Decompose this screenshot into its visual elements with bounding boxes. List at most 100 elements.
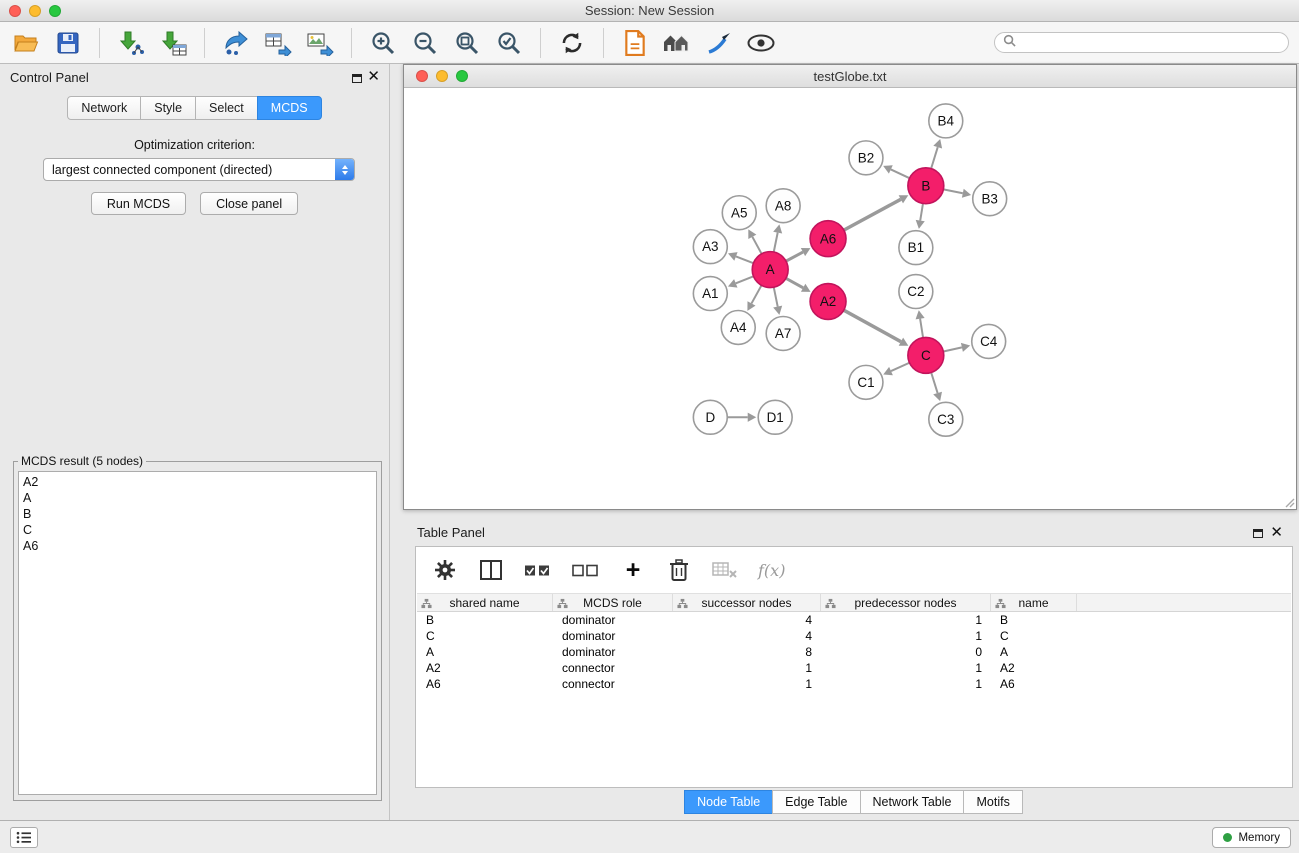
graph-node-D[interactable]: D xyxy=(693,400,727,434)
export-image-icon[interactable] xyxy=(304,26,336,60)
graph-edge-C-C1[interactable] xyxy=(891,363,909,371)
table-row[interactable]: Bdominator41B xyxy=(417,612,1291,628)
graph-edge-A-A3[interactable] xyxy=(736,256,753,263)
zoom-fit-icon[interactable] xyxy=(451,26,483,60)
delete-column-icon[interactable] xyxy=(666,555,692,585)
table-row[interactable]: Cdominator41C xyxy=(417,628,1291,644)
graph-node-C4[interactable]: C4 xyxy=(972,324,1006,358)
table-cell[interactable]: A xyxy=(991,644,1077,660)
tab-mcds[interactable]: MCDS xyxy=(257,96,322,120)
refresh-layout-icon[interactable] xyxy=(556,26,588,60)
graph-node-B[interactable]: B xyxy=(908,168,944,204)
first-neighbors-icon[interactable] xyxy=(661,26,693,60)
graph-node-A3[interactable]: A3 xyxy=(693,230,727,264)
column-header-name[interactable]: name xyxy=(991,594,1077,611)
graph-edge-A-A2[interactable] xyxy=(786,278,803,288)
network-graph[interactable]: B4B2BB3A5A8A6B1A3AC2A1A2A4A7C4CC1C3DD1 xyxy=(404,88,1296,509)
graph-node-A1[interactable]: A1 xyxy=(693,277,727,311)
graph-edge-A-A4[interactable] xyxy=(752,285,762,303)
table-cell[interactable]: 1 xyxy=(821,660,991,676)
graph-node-A6[interactable]: A6 xyxy=(810,221,846,257)
graph-edge-B-B2[interactable] xyxy=(891,169,910,178)
graph-node-D1[interactable]: D1 xyxy=(758,400,792,434)
tab-network[interactable]: Network xyxy=(67,96,141,120)
table-cell[interactable]: 1 xyxy=(821,612,991,628)
table-cell[interactable]: 0 xyxy=(821,644,991,660)
deselect-all-icon[interactable] xyxy=(572,555,600,585)
table-cell[interactable]: C xyxy=(417,628,553,644)
table-cell[interactable]: 1 xyxy=(673,660,821,676)
tab-network-table[interactable]: Network Table xyxy=(860,790,965,814)
network-window-titlebar[interactable]: testGlobe.txt xyxy=(404,65,1296,88)
table-cell[interactable]: dominator xyxy=(553,612,673,628)
select-all-icon[interactable] xyxy=(524,555,552,585)
float-panel-icon[interactable] xyxy=(352,74,362,83)
table-cell[interactable]: dominator xyxy=(553,628,673,644)
table-cell[interactable]: A6 xyxy=(417,676,553,692)
graph-node-C3[interactable]: C3 xyxy=(929,402,963,436)
graph-node-C2[interactable]: C2 xyxy=(899,275,933,309)
delete-table-icon[interactable] xyxy=(712,555,738,585)
table-row[interactable]: A2connector11A2 xyxy=(417,660,1291,676)
graphics-details-icon[interactable] xyxy=(703,26,735,60)
graph-edge-A-A8[interactable] xyxy=(774,233,778,252)
column-header-shared-name[interactable]: shared name xyxy=(417,594,553,611)
table-cell[interactable]: A6 xyxy=(991,676,1077,692)
maximize-window-button[interactable] xyxy=(49,5,61,17)
graph-node-C1[interactable]: C1 xyxy=(849,365,883,399)
table-cell[interactable]: B xyxy=(417,612,553,628)
import-table-icon[interactable] xyxy=(157,26,189,60)
network-minimize-button[interactable] xyxy=(436,70,448,82)
run-mcds-button[interactable]: Run MCDS xyxy=(91,192,186,215)
tab-edge-table[interactable]: Edge Table xyxy=(772,790,860,814)
close-panel-icon[interactable]: ✕ xyxy=(367,68,380,86)
graph-node-A4[interactable]: A4 xyxy=(721,311,755,345)
tab-select[interactable]: Select xyxy=(195,96,258,120)
graph-edge-B-B3[interactable] xyxy=(943,189,962,193)
add-column-icon[interactable]: + xyxy=(620,555,646,585)
column-header-successor-nodes[interactable]: successor nodes xyxy=(673,594,821,611)
table-cell[interactable]: A2 xyxy=(417,660,553,676)
table-cell[interactable]: A xyxy=(417,644,553,660)
mcds-result-item[interactable]: B xyxy=(23,506,376,522)
table-cell[interactable]: dominator xyxy=(553,644,673,660)
table-row[interactable]: A6connector11A6 xyxy=(417,676,1291,692)
table-cell[interactable]: A2 xyxy=(991,660,1077,676)
tab-node-table[interactable]: Node Table xyxy=(684,790,773,814)
table-cell[interactable]: 8 xyxy=(673,644,821,660)
graph-node-B1[interactable]: B1 xyxy=(899,231,933,265)
search-box[interactable] xyxy=(994,32,1289,53)
graph-edge-C-C2[interactable] xyxy=(920,319,923,338)
graph-edge-A-A1[interactable] xyxy=(736,276,754,283)
graph-node-C[interactable]: C xyxy=(908,337,944,373)
graph-node-B4[interactable]: B4 xyxy=(929,104,963,138)
function-builder-icon[interactable]: f(x) xyxy=(758,555,785,585)
import-network-icon[interactable] xyxy=(115,26,147,60)
graph-edge-A2-C[interactable] xyxy=(844,310,901,341)
mcds-result-item[interactable]: C xyxy=(23,522,376,538)
graph-edge-A6-B[interactable] xyxy=(844,199,901,230)
export-table-icon[interactable] xyxy=(262,26,294,60)
save-session-icon[interactable] xyxy=(52,26,84,60)
table-row[interactable]: Adominator80A xyxy=(417,644,1291,660)
table-cell[interactable]: 4 xyxy=(673,628,821,644)
network-maximize-button[interactable] xyxy=(456,70,468,82)
resize-grip-icon[interactable] xyxy=(1283,496,1295,508)
graph-edge-C-C3[interactable] xyxy=(931,373,937,394)
zoom-selected-icon[interactable] xyxy=(493,26,525,60)
search-input[interactable] xyxy=(1022,36,1280,50)
graph-node-A5[interactable]: A5 xyxy=(722,196,756,230)
tab-style[interactable]: Style xyxy=(140,96,196,120)
table-cell[interactable]: C xyxy=(991,628,1077,644)
graph-edge-A-A5[interactable] xyxy=(752,237,761,254)
settings-gear-icon[interactable] xyxy=(432,555,458,585)
optimization-criterion-dropdown[interactable]: largest connected component (directed) xyxy=(43,158,355,181)
graph-node-B3[interactable]: B3 xyxy=(973,182,1007,216)
graph-node-A2[interactable]: A2 xyxy=(810,284,846,320)
open-folder-icon[interactable] xyxy=(10,26,42,60)
table-cell[interactable]: connector xyxy=(553,676,673,692)
column-header-MCDS-role[interactable]: MCDS role xyxy=(553,594,673,611)
export-network-icon[interactable] xyxy=(220,26,252,60)
mcds-result-item[interactable]: A6 xyxy=(23,538,376,554)
zoom-in-icon[interactable] xyxy=(367,26,399,60)
